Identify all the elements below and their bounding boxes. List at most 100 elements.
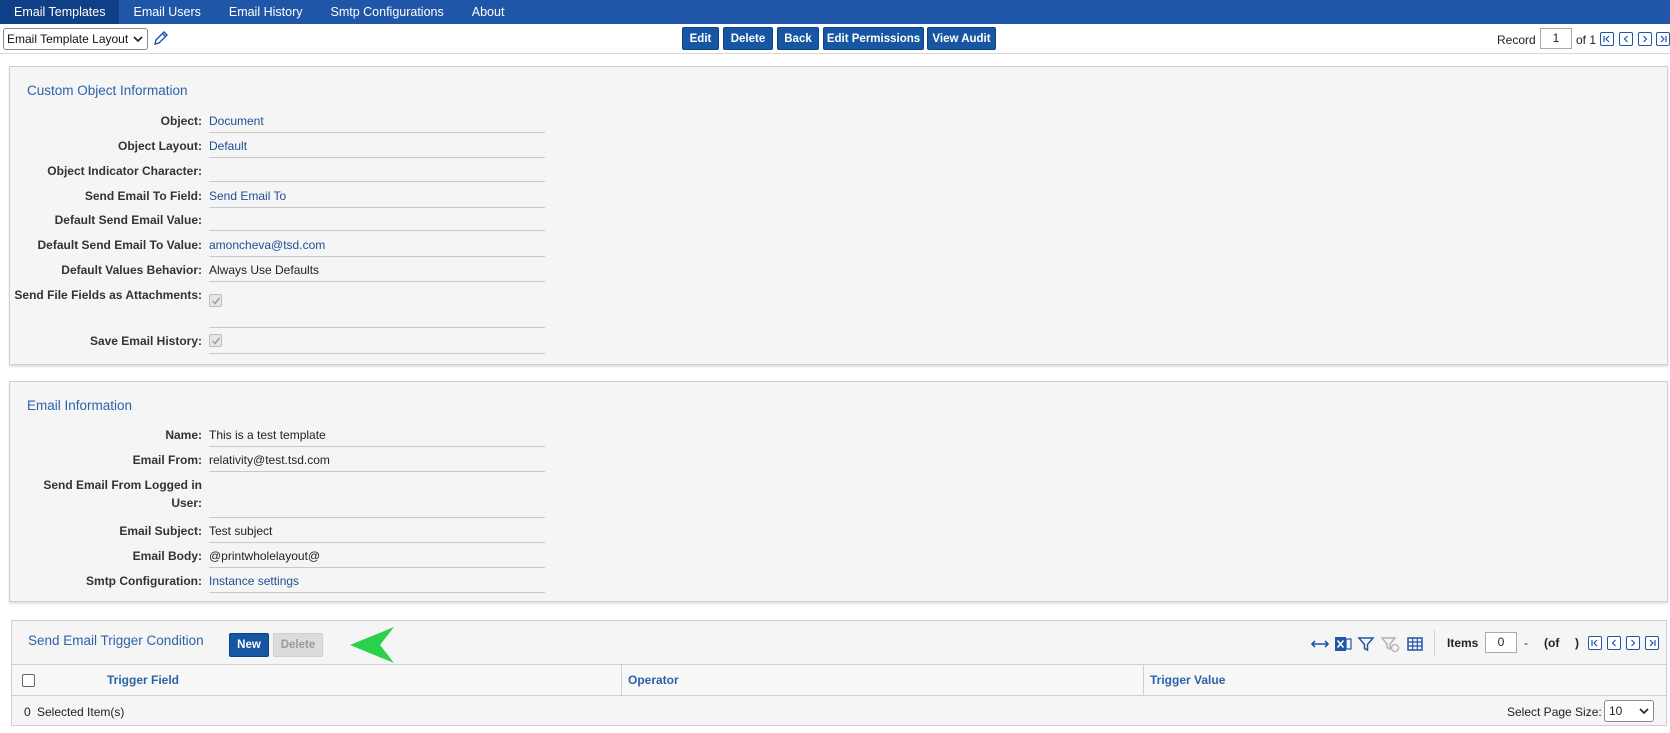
items-close-paren: ) [1575, 636, 1579, 650]
field-label: Object: [160, 114, 202, 128]
tab-email-templates[interactable]: Email Templates [0, 0, 120, 24]
selected-count: 0 [24, 705, 31, 719]
trigger-condition-title: Send Email Trigger Condition [28, 633, 204, 648]
field-label: Send Email From Logged in User: [43, 478, 202, 510]
grid-footer: 0 Selected Item(s) Select Page Size: 10 [12, 697, 1666, 725]
chevron-left-icon [1611, 639, 1616, 647]
layout-select-value: Email Template Layout [7, 32, 129, 46]
first-page-icon [1603, 35, 1610, 43]
field-label: Email Body: [132, 549, 202, 563]
chevron-down-icon [133, 36, 143, 43]
field-label: Email Subject: [119, 524, 202, 538]
grid-last-page-button[interactable] [1645, 636, 1659, 650]
page-size-label: Select Page Size: [1507, 705, 1602, 719]
column-separator [1143, 665, 1144, 695]
expand-width-icon[interactable] [1310, 634, 1330, 654]
field-value[interactable]: amoncheva@tsd.com [209, 236, 545, 257]
last-page-icon [1649, 639, 1656, 647]
pencil-icon[interactable] [152, 29, 170, 47]
tab-about[interactable]: About [458, 0, 519, 24]
checkbox-checked [209, 294, 222, 307]
field-label: Send Email To Field: [84, 189, 202, 203]
column-operator[interactable]: Operator [623, 665, 1153, 695]
tab-smtp-configurations[interactable]: Smtp Configurations [316, 0, 457, 24]
prev-page-button[interactable] [1619, 32, 1633, 46]
field-label: Default Send Email To Value: [37, 238, 202, 252]
record-total: of 1 [1576, 33, 1597, 47]
items-dash: - [1524, 636, 1528, 650]
grid-header: Trigger Field Operator Trigger Value [12, 664, 1666, 696]
items-label: Items [1447, 636, 1479, 650]
selected-items-label: Selected Item(s) [37, 705, 125, 719]
trigger-condition-section: Send Email Trigger Condition New Delete … [11, 620, 1667, 726]
check-icon [212, 297, 221, 305]
next-page-button[interactable] [1638, 32, 1652, 46]
field-value [209, 211, 545, 231]
clear-filter-icon[interactable] [1380, 634, 1400, 654]
field-value: relativity@test.tsd.com [209, 451, 545, 472]
check-icon [212, 337, 221, 345]
field-label: Save Email History: [89, 334, 202, 348]
field-value: This is a test template [209, 426, 545, 447]
layout-select[interactable]: Email Template Layout [3, 28, 148, 50]
field-label: Name: [165, 428, 202, 442]
new-button[interactable]: New [229, 633, 269, 657]
grid-prev-page-button[interactable] [1607, 636, 1621, 650]
view-audit-button[interactable]: View Audit [927, 27, 996, 50]
chevron-right-icon [1643, 35, 1648, 43]
record-toolbar: Email Template Layout Edit Delete Back E… [0, 24, 1670, 54]
column-separator [621, 665, 622, 695]
custom-object-panel: Custom Object Information Object: Docume… [9, 66, 1668, 365]
field-label: Default Values Behavior: [61, 263, 202, 277]
field-label: Object Layout: [117, 139, 202, 153]
last-page-button[interactable] [1656, 32, 1670, 46]
email-info-panel: Email Information Name: This is a test t… [9, 381, 1668, 602]
record-label: Record [1497, 33, 1536, 47]
field-value[interactable]: Instance settings [209, 572, 545, 593]
page-size-select[interactable]: 10 [1604, 700, 1654, 722]
tab-email-history[interactable]: Email History [215, 0, 317, 24]
first-page-button[interactable] [1600, 32, 1614, 46]
field-value[interactable]: Send Email To [209, 187, 545, 208]
delete-button-disabled[interactable]: Delete [273, 633, 323, 657]
field-value [209, 476, 545, 518]
custom-object-title: Custom Object Information [27, 83, 188, 98]
chevron-left-icon [1623, 35, 1628, 43]
toolbar-divider [1434, 630, 1435, 656]
field-value [209, 286, 545, 328]
back-button[interactable]: Back [777, 27, 819, 50]
filter-icon[interactable] [1356, 634, 1376, 654]
edit-button[interactable]: Edit [682, 27, 719, 50]
items-start-input[interactable]: 0 [1485, 632, 1517, 653]
select-all-checkbox[interactable] [22, 674, 35, 687]
grid-first-page-button[interactable] [1588, 636, 1602, 650]
field-label: Send File Fields as Attachments: [14, 288, 202, 302]
field-value: Test subject [209, 522, 545, 543]
column-trigger-value[interactable]: Trigger Value [1145, 665, 1645, 695]
tab-email-users[interactable]: Email Users [119, 0, 214, 24]
excel-export-icon[interactable] [1333, 634, 1353, 654]
field-value[interactable]: Document [209, 112, 545, 133]
arrow-pointer-icon [350, 627, 394, 663]
items-of: (of [1544, 636, 1560, 650]
grid-columns-icon[interactable] [1405, 634, 1425, 654]
field-value [209, 332, 545, 354]
column-trigger-field[interactable]: Trigger Field [102, 665, 632, 695]
edit-permissions-button[interactable]: Edit Permissions [823, 27, 924, 50]
field-value[interactable]: Default [209, 137, 545, 158]
last-page-icon [1660, 35, 1667, 43]
record-number-input[interactable]: 1 [1540, 28, 1572, 49]
field-label: Smtp Configuration: [86, 574, 202, 588]
delete-button[interactable]: Delete [723, 27, 773, 50]
first-page-icon [1591, 639, 1598, 647]
chevron-down-icon [1639, 708, 1649, 715]
chevron-right-icon [1631, 639, 1636, 647]
field-label: Object Indicator Character: [47, 164, 202, 178]
top-nav: Email Templates Email Users Email Histor… [0, 0, 1670, 24]
field-label: Default Send Email Value: [54, 213, 202, 227]
email-info-title: Email Information [27, 398, 133, 413]
field-value [209, 162, 545, 182]
grid-next-page-button[interactable] [1626, 636, 1640, 650]
field-value: Always Use Defaults [209, 261, 545, 282]
checkbox-checked [209, 334, 222, 347]
